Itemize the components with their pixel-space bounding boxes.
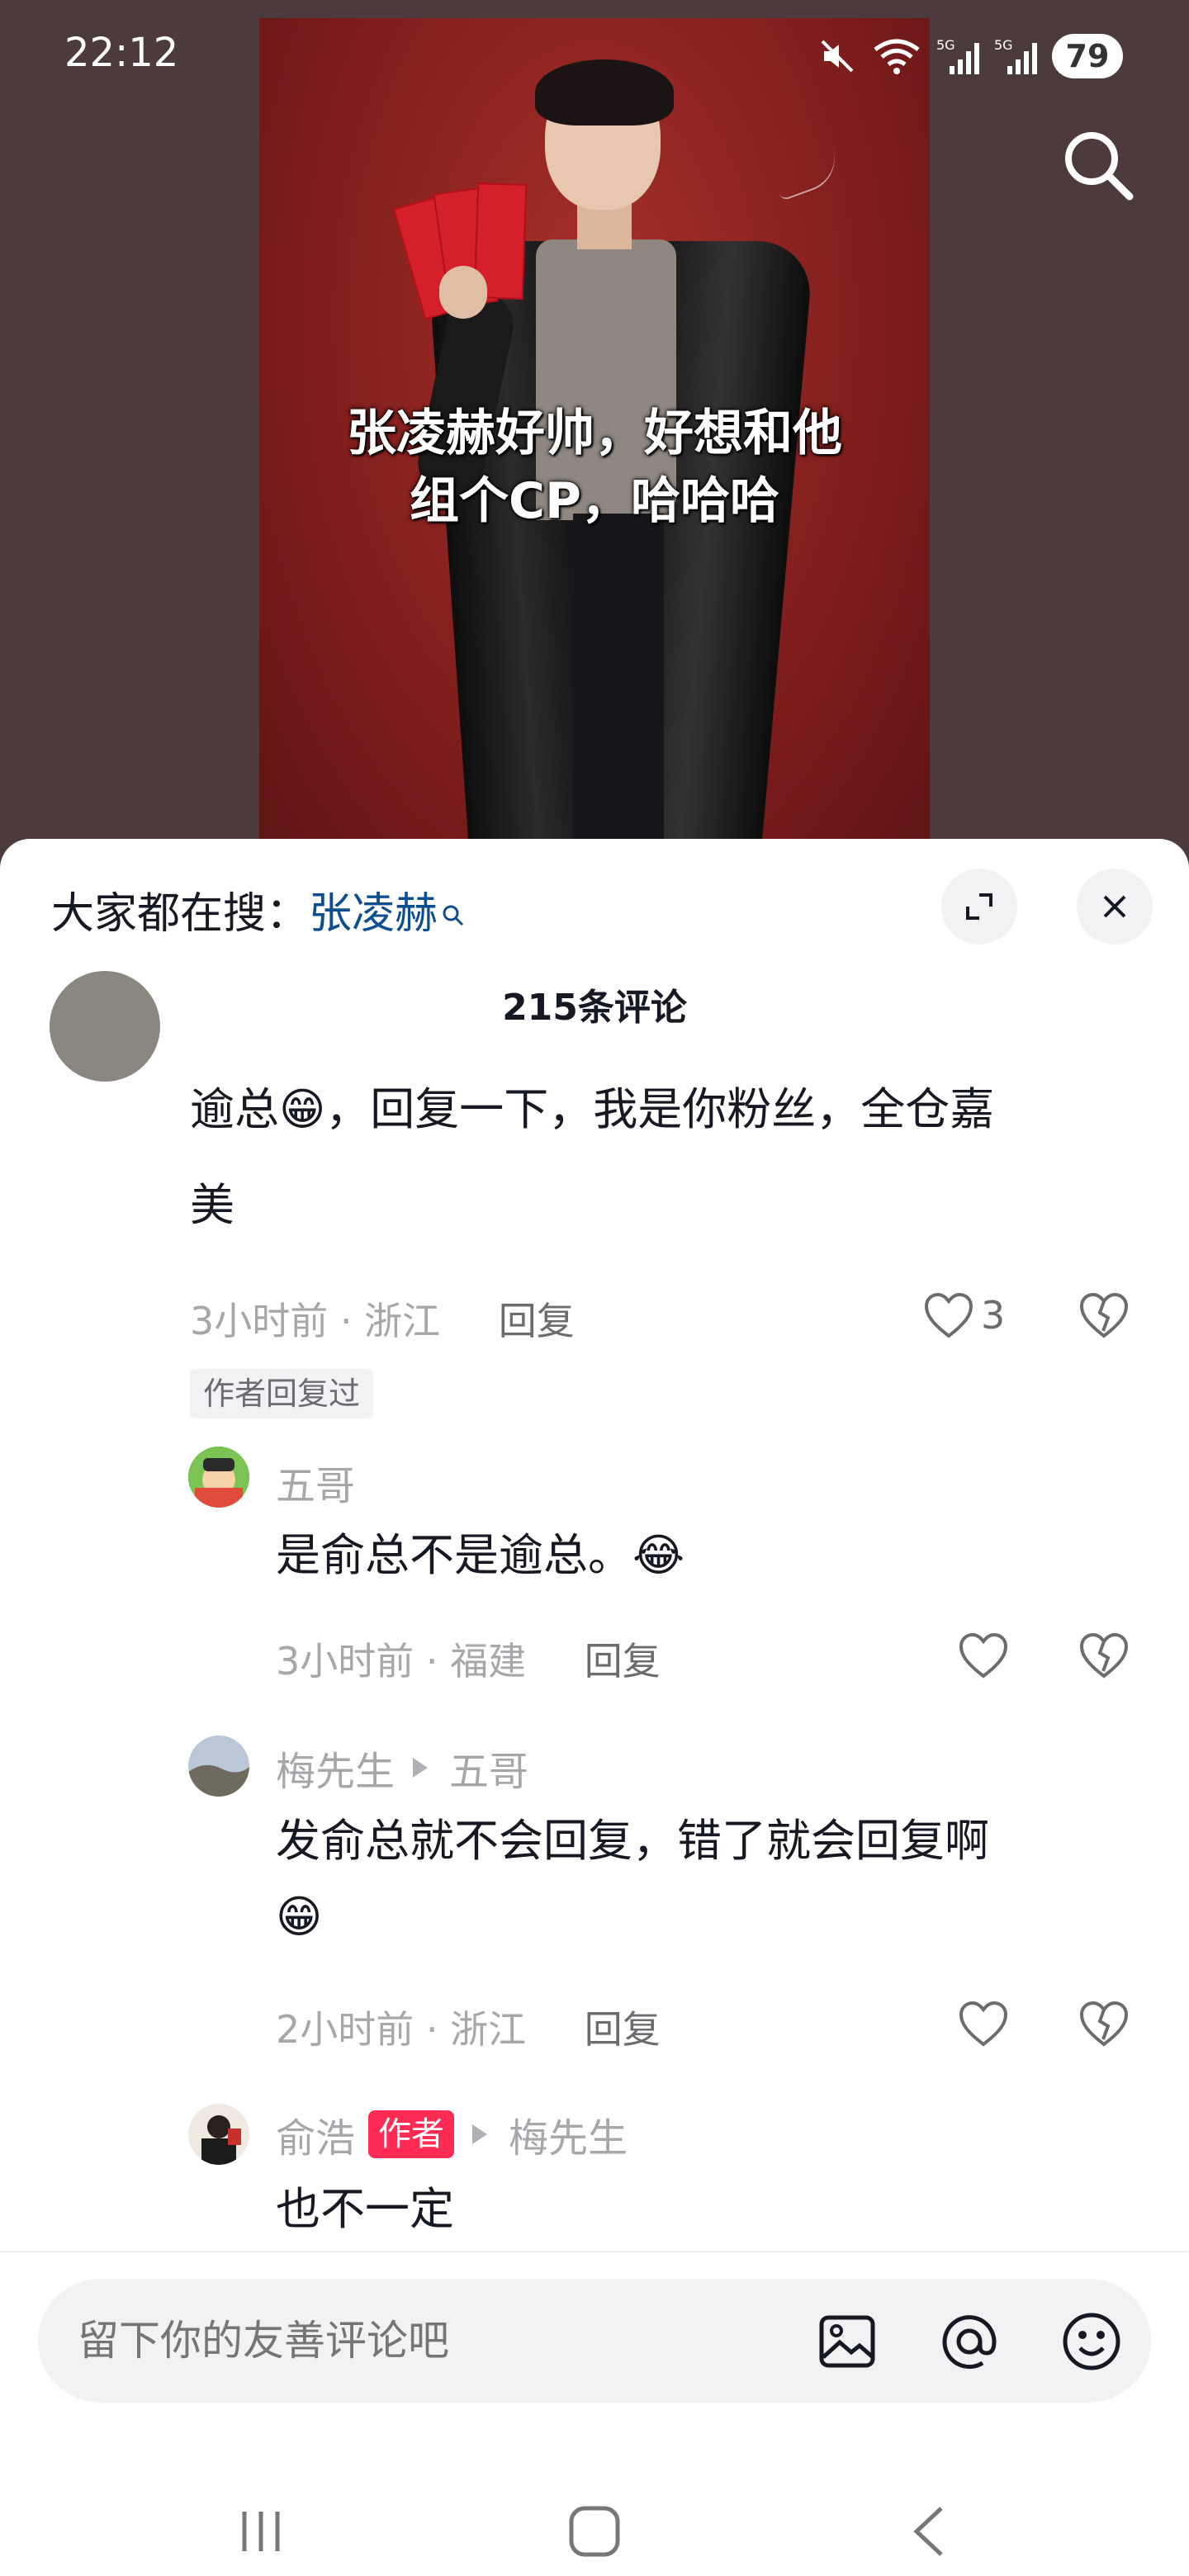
image-icon[interactable]	[816, 2310, 879, 2373]
reply-to-arrow-icon	[472, 2124, 488, 2144]
back-icon	[913, 2507, 943, 2556]
comment-time-location: 3小时前 · 浙江	[190, 1299, 441, 1343]
emoji-icon[interactable]	[1060, 2310, 1123, 2373]
caption-line-2: 组个CP，哈哈哈	[409, 472, 779, 530]
wifi-icon	[874, 39, 920, 74]
comment-text-line-1: 逾总😁，回复一下，我是你粉丝，全仓嘉	[190, 1083, 995, 1135]
reply-meta: 2小时前 · 浙江 回复	[276, 2000, 661, 2054]
grinning-emoji-icon: 😁	[276, 1891, 323, 1943]
reply-time-location: 2小时前 · 浙江	[276, 2007, 527, 2052]
mention-icon[interactable]	[938, 2310, 1001, 2373]
mute-icon	[821, 40, 854, 73]
like-button[interactable]: 3	[923, 1291, 1005, 1339]
avatar[interactable]	[188, 2104, 249, 2165]
reply-text: 是俞总不是逾总。😂	[276, 1529, 685, 1581]
reply-time-location: 3小时前 · 福建	[276, 1639, 527, 1683]
like-count: 3	[981, 1293, 1006, 1338]
avatar[interactable]	[50, 971, 160, 1082]
recent-apps-button[interactable]	[228, 2498, 294, 2564]
close-icon	[1103, 895, 1126, 918]
search-icon[interactable]	[1057, 124, 1139, 206]
home-icon	[569, 2506, 620, 2557]
signal-5g-icon: 5G	[994, 37, 1037, 74]
dislike-button[interactable]	[1078, 1291, 1130, 1339]
close-button[interactable]	[1077, 869, 1153, 945]
heart-icon	[959, 1632, 1008, 1679]
heart-icon	[924, 1292, 973, 1338]
video-caption: 张凌赫好帅，好想和他 组个CP，哈哈哈	[0, 400, 1189, 535]
hot-search-label: 大家都在搜：	[51, 889, 310, 939]
reply-author-name[interactable]: 梅先生 五哥	[276, 1739, 528, 1797]
avatar[interactable]	[188, 1447, 249, 1508]
reply-to-arrow-icon	[413, 1758, 429, 1778]
status-bar: 22:12 5G 5G 79	[0, 0, 1189, 107]
expand-icon	[966, 893, 992, 920]
home-button[interactable]	[561, 2498, 628, 2564]
video-background[interactable]: 张凌赫好帅，好想和他 组个CP，哈哈哈	[0, 0, 1189, 877]
broken-heart-icon	[1079, 1292, 1129, 1338]
trousers	[573, 514, 664, 877]
battery-indicator: 79	[1052, 34, 1123, 78]
comment-text-line-2: 美	[190, 1179, 234, 1231]
small-search-icon	[443, 905, 464, 926]
reply-button[interactable]: 回复	[499, 1299, 575, 1343]
like-button[interactable]	[958, 2000, 1009, 2048]
signal-5g-icon: 5G	[936, 37, 979, 74]
heart-icon	[959, 2001, 1008, 2047]
system-navigation-bar	[0, 2427, 1189, 2576]
reply-to-name: 梅先生	[509, 2115, 628, 2162]
hand	[439, 266, 487, 319]
reply-button[interactable]: 回复	[585, 2007, 661, 2052]
author-badge: 作者	[368, 2110, 455, 2158]
status-time: 22:12	[64, 30, 179, 76]
hot-search-row[interactable]: 大家都在搜： 张凌赫	[51, 878, 466, 940]
signature-mark	[765, 132, 844, 201]
back-button[interactable]	[897, 2498, 963, 2564]
like-button[interactable]	[958, 1631, 1009, 1679]
comment-input-bar[interactable]	[38, 2279, 1151, 2403]
broken-heart-icon	[1079, 1632, 1129, 1679]
comment-input[interactable]	[78, 2317, 738, 2365]
svg-text:5G: 5G	[994, 37, 1013, 53]
reply-button[interactable]: 回复	[585, 1639, 661, 1683]
comment-text: 逾总😁，回复一下，我是你粉丝，全仓嘉 美	[190, 1062, 994, 1253]
reply-text: 发俞总就不会回复，错了就会回复啊 😁	[276, 1803, 989, 1955]
hot-search-keyword[interactable]: 张凌赫	[309, 878, 438, 940]
svg-text:5G: 5G	[936, 37, 955, 53]
dislike-button[interactable]	[1078, 2000, 1130, 2048]
reply-author-name[interactable]: 俞浩 作者 梅先生	[276, 2105, 628, 2163]
caption-line-1: 张凌赫好帅，好想和他	[347, 405, 842, 462]
recent-apps-icon	[242, 2512, 280, 2551]
broken-heart-icon	[1079, 2001, 1129, 2047]
author-replied-tag: 作者回复过	[190, 1369, 374, 1418]
reply-to-name: 五哥	[449, 1749, 529, 1795]
reply-author-name[interactable]: 五哥	[276, 1453, 355, 1511]
reply-meta: 3小时前 · 福建 回复	[276, 1631, 661, 1686]
dislike-button[interactable]	[1078, 1631, 1130, 1679]
expand-button[interactable]	[941, 869, 1017, 945]
status-icons: 5G 5G 79	[817, 31, 1123, 81]
divider	[0, 2251, 1189, 2252]
avatar[interactable]	[188, 1735, 249, 1797]
reply-text: 也不一定	[276, 2183, 454, 2235]
crying-laughing-emoji-icon: 😂	[632, 1529, 685, 1581]
comment-count-title: 215条评论	[502, 987, 687, 1029]
comment-meta: 3小时前 · 浙江 回复	[190, 1291, 575, 1346]
